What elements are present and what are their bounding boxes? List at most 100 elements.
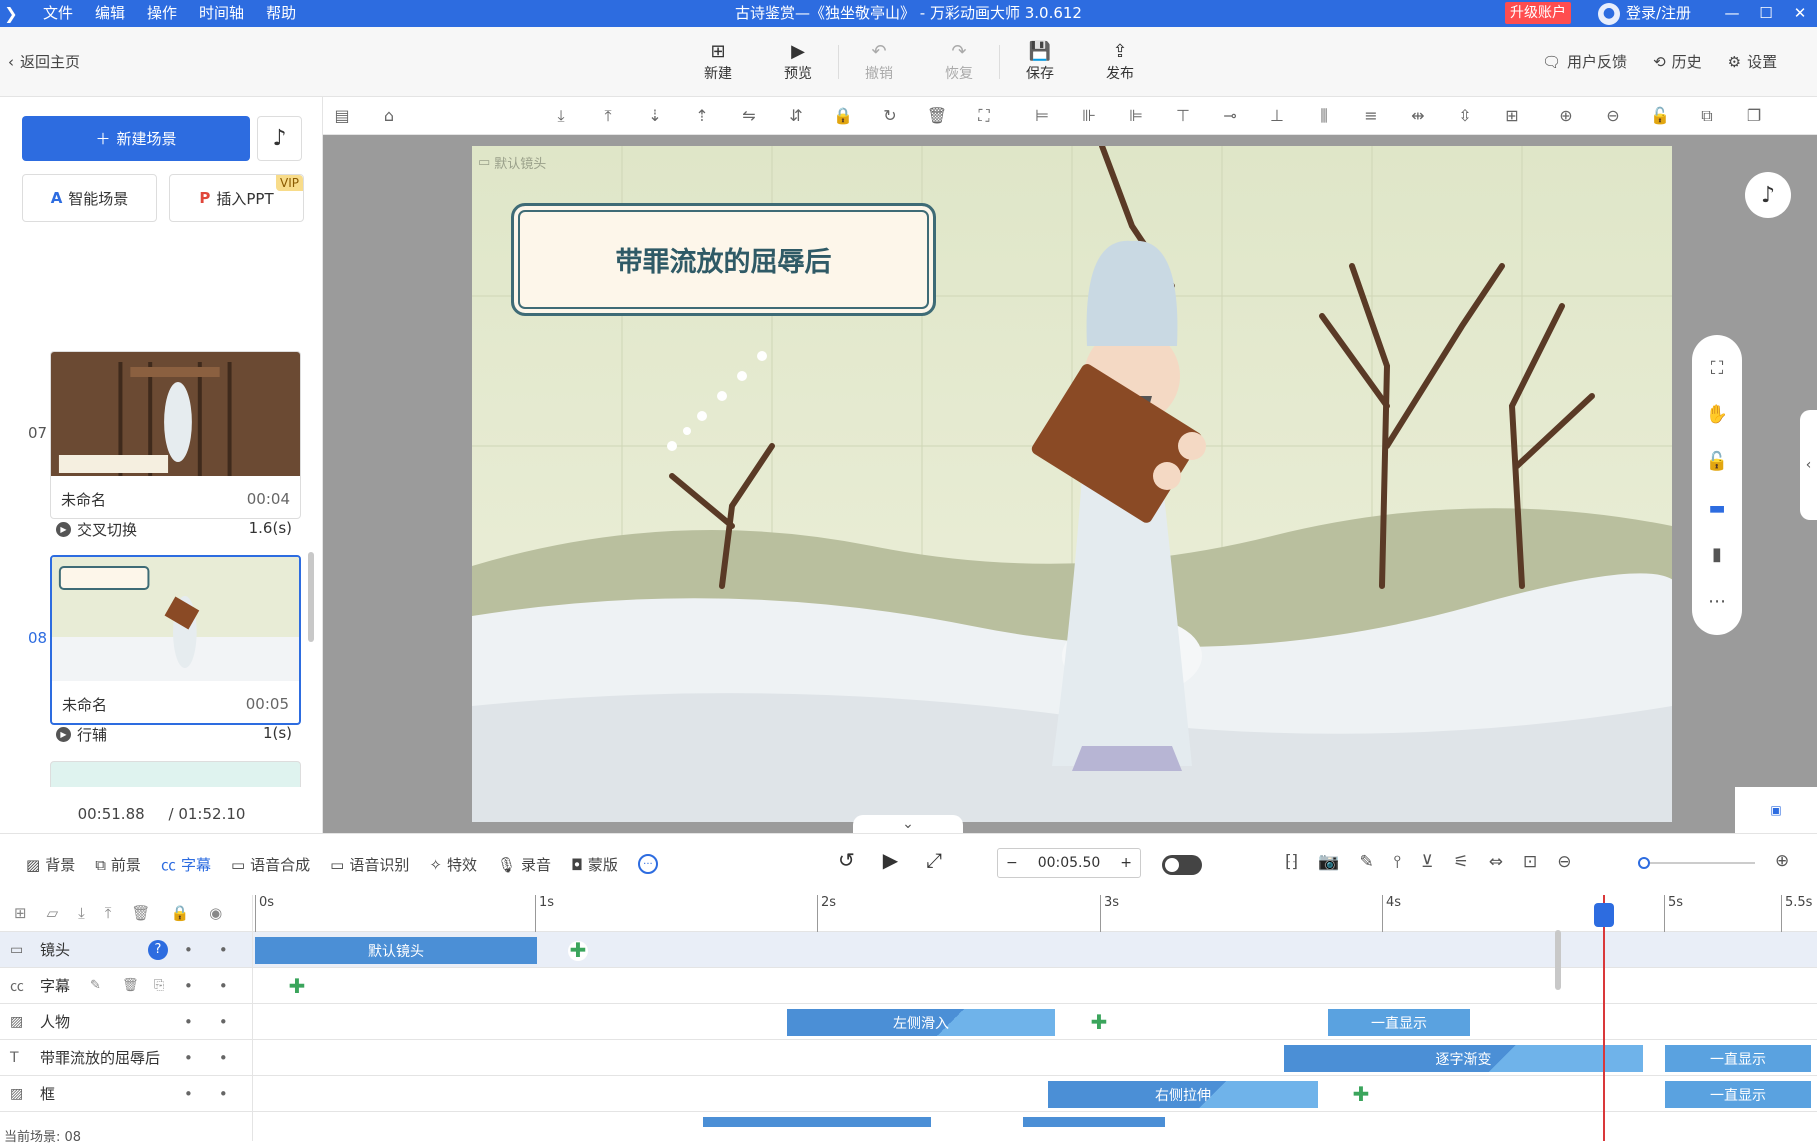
add-keyframe-icon[interactable]: ✚ [287, 976, 307, 997]
canvas-music-button[interactable]: ♪ [1745, 172, 1791, 218]
menu-file[interactable]: 文件 [32, 0, 84, 27]
eye-icon[interactable]: ◉ [209, 904, 222, 922]
insert-ppt-button[interactable]: P 插入PPT VIP [169, 174, 304, 222]
copy-icon[interactable]: ⧉ [1696, 106, 1718, 126]
close-icon[interactable]: ✕ [1783, 0, 1817, 27]
lock-icon[interactable]: 🔒 [170, 904, 189, 922]
unlock-icon[interactable]: 🔓 [1649, 106, 1671, 125]
folder-icon[interactable]: ▱ [47, 904, 59, 922]
time-stepper[interactable]: − 00:05.50 + [997, 848, 1141, 878]
preview-button[interactable]: ▶ 预览 [758, 37, 838, 87]
menu-help[interactable]: 帮助 [255, 0, 307, 27]
tab-foreground[interactable]: ⧉ 前景 [95, 854, 141, 875]
track-subtitle[interactable]: ㏄ 字幕 ✎ 🗑 ⎘ •• [0, 968, 252, 1004]
rotate-icon[interactable]: ↻ [879, 106, 901, 125]
split-icon[interactable]: ⫯ [1394, 852, 1401, 872]
more-icon[interactable]: ⋯ [1708, 591, 1726, 612]
zoom-slider-knob[interactable] [1638, 857, 1650, 869]
edit-icon[interactable]: ✎ [90, 978, 101, 993]
history-button[interactable]: ⟲ 历史 [1653, 51, 1702, 72]
music-button[interactable]: ♪ [257, 116, 302, 161]
tab-speech-recognition[interactable]: ▭ 语音识别 [330, 854, 409, 875]
help-icon[interactable]: ? [148, 939, 168, 960]
playhead-handle[interactable] [1594, 903, 1614, 927]
move-up-icon[interactable]: ⤒ [105, 904, 112, 922]
undo-button[interactable]: ↶ 撤销 [839, 37, 919, 87]
align-center-icon[interactable]: ⊪ [1078, 106, 1100, 125]
publish-button[interactable]: ⇪ 发布 [1080, 37, 1160, 87]
new-scene-button[interactable]: ＋ 新建场景 [22, 116, 250, 161]
timeline[interactable]: 0s 1s 2s 3s 4s 5s 5.5s 默认镜头 ✚ ✚ 左侧滑入 ✚ 一… [253, 895, 1817, 1141]
tab-tts[interactable]: ▭ 语音合成 [231, 854, 310, 875]
tab-subtitle[interactable]: ㏄字幕 [161, 854, 211, 875]
collapse-timeline[interactable]: ⌄ [853, 815, 963, 833]
ratio-icon[interactable]: ⊡ [1523, 852, 1537, 872]
mini-preview[interactable]: ▣ [1735, 787, 1817, 833]
add-keyframe-icon[interactable]: ✚ [568, 940, 588, 961]
tab-mask[interactable]: ◘ 蒙版 [571, 854, 618, 875]
align-right-icon[interactable]: ⊫ [1125, 106, 1147, 125]
transition-row[interactable]: ▶ 交叉切换 1.6(s) [56, 519, 292, 540]
align-bottom-icon[interactable]: ⊥ [1266, 106, 1288, 125]
upgrade-button[interactable]: 升级账户 [1505, 2, 1571, 24]
add-keyframe-icon[interactable]: ✚ [1351, 1084, 1371, 1105]
maximize-icon[interactable]: ☐ [1749, 0, 1783, 27]
tab-effects[interactable]: ✧ 特效 [429, 854, 477, 875]
add-folder-icon[interactable]: ⊞ [14, 904, 27, 922]
import-icon[interactable]: ⎘ [154, 978, 164, 993]
move-down-icon[interactable]: ⤓ [78, 904, 85, 922]
move-bottom-icon[interactable]: ⤓ [550, 106, 572, 126]
menu-timeline[interactable]: 时间轴 [188, 0, 255, 27]
toggle-switch[interactable] [1162, 855, 1202, 875]
flip-vertical-icon[interactable]: ⇵ [785, 106, 807, 125]
home-icon[interactable]: ⌂ [378, 106, 400, 125]
scene-card-07[interactable]: 未命名 00:04 [50, 351, 301, 519]
menu-operate[interactable]: 操作 [136, 0, 188, 27]
save-button[interactable]: 💾 保存 [1000, 37, 1080, 87]
more-tabs-icon[interactable]: ··· [637, 854, 658, 874]
landscape-icon[interactable]: ▬ [1708, 498, 1725, 519]
sidebar-scrollbar[interactable] [308, 552, 314, 642]
paste-icon[interactable]: ❐ [1743, 106, 1765, 125]
feedback-button[interactable]: 🗨 用户反馈 [1542, 51, 1627, 72]
same-height-icon[interactable]: ⇳ [1454, 106, 1476, 125]
settings-button[interactable]: ⚙ 设置 [1728, 51, 1777, 72]
play-icon[interactable]: ▶ [883, 848, 898, 872]
ruler-icon[interactable]: ▤ [331, 106, 353, 125]
clip-frame-show[interactable]: 一直显示 [1665, 1081, 1811, 1108]
align-left-icon[interactable]: ⊨ [1031, 106, 1053, 125]
align-middle-icon[interactable]: ⊸ [1219, 106, 1241, 125]
caption-title-box[interactable]: 带罪流放的屈辱后 [511, 203, 936, 316]
fit-width-icon[interactable]: ⇔ [1489, 852, 1503, 872]
move-up-icon[interactable]: ⇡ [691, 106, 713, 125]
move-down-icon[interactable]: ⇣ [644, 106, 666, 125]
plus-icon[interactable]: + [1120, 855, 1132, 871]
delete-icon[interactable]: 🗑 [926, 106, 948, 125]
clip-text-effect[interactable]: 逐字渐变 [1284, 1045, 1643, 1072]
same-width-icon[interactable]: ⇹ [1407, 106, 1429, 125]
track-frame[interactable]: ▨ 框 •• [0, 1076, 252, 1112]
hand-icon[interactable]: ✋ [1706, 404, 1728, 425]
zoom-out-icon[interactable]: ⊖ [1557, 852, 1571, 872]
edit-icon[interactable]: ✎ [1359, 852, 1373, 872]
time-ruler[interactable]: 0s 1s 2s 3s 4s 5s 5.5s [253, 895, 1817, 932]
delete-icon[interactable]: 🗑 [122, 978, 139, 993]
distribute-v-icon[interactable]: ≡ [1360, 106, 1382, 125]
zoom-in-icon[interactable]: ⊕ [1555, 106, 1577, 125]
track-text[interactable]: T 带罪流放的屈辱后 •• [0, 1040, 252, 1076]
bracket-icon[interactable]: ⁅⁆ [1285, 852, 1298, 872]
portrait-icon[interactable]: ▮ [1712, 544, 1722, 565]
scene-card-08[interactable]: 未命名 00:05 [50, 555, 301, 725]
move-top-icon[interactable]: ⤒ [597, 106, 619, 126]
clip-partial[interactable] [703, 1117, 931, 1127]
adjust-icon[interactable]: ⚟ [1454, 852, 1469, 872]
filter-icon[interactable]: ⊻ [1421, 852, 1433, 872]
tab-record[interactable]: 🎙 录音 [497, 854, 551, 875]
zoom-in-icon[interactable]: ⊕ [1775, 851, 1789, 871]
clip-text-show[interactable]: 一直显示 [1665, 1045, 1811, 1072]
new-button[interactable]: ⊞ 新建 [678, 37, 758, 87]
clip-person-show[interactable]: 一直显示 [1328, 1009, 1470, 1036]
unlock-icon[interactable]: 🔓 [1706, 451, 1728, 472]
clip-partial[interactable] [1023, 1117, 1165, 1127]
redo-button[interactable]: ↷ 恢复 [919, 37, 999, 87]
